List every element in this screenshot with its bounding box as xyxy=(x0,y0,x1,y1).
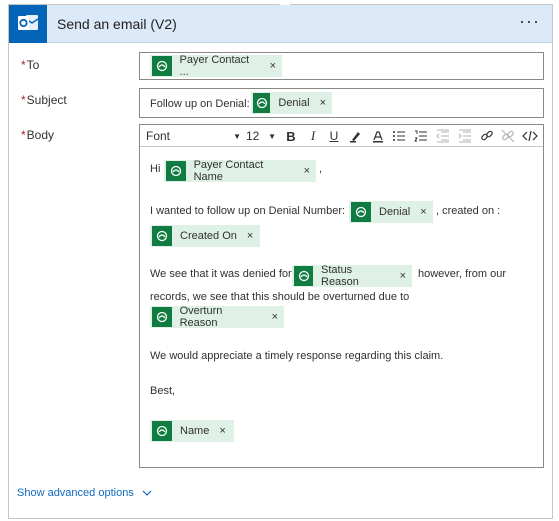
to-label: *To xyxy=(21,58,39,72)
remove-token-icon[interactable]: × xyxy=(320,97,326,109)
dataverse-icon xyxy=(152,56,172,76)
size-value: 12 xyxy=(246,129,260,143)
decrease-indent-icon[interactable] xyxy=(435,128,451,144)
subject-label-text: Subject xyxy=(26,93,67,107)
remove-token-icon[interactable]: × xyxy=(270,60,276,72)
body-line1-end: , created on : xyxy=(436,205,501,217)
token-status-reason[interactable]: Status Reason × xyxy=(292,264,412,288)
chevron-down-icon: ▼ xyxy=(268,131,276,141)
body-line3: records, we see that this should be over… xyxy=(150,291,410,303)
bullet-list-icon[interactable] xyxy=(391,128,407,144)
token-label: Payer Contact Name xyxy=(193,159,264,183)
numbered-list-icon[interactable] xyxy=(413,128,429,144)
token-denial-number[interactable]: Denial × xyxy=(349,201,433,223)
token-payer-contact-name[interactable]: Payer Contact Name × xyxy=(164,159,316,183)
unlink-icon[interactable] xyxy=(500,128,516,144)
remove-token-icon[interactable]: × xyxy=(400,270,406,282)
token-label: Payer Contact ... xyxy=(179,54,250,78)
format-toolbar: Font ▼ 12 ▼ B I U xyxy=(140,125,543,147)
chevron-down-icon: ▼ xyxy=(233,131,241,141)
bold-icon[interactable]: B xyxy=(283,128,299,144)
token-name[interactable]: Name × xyxy=(150,420,234,442)
font-color-icon[interactable] xyxy=(370,128,386,144)
token-created-on[interactable]: Created On × xyxy=(150,225,260,247)
to-label-text: To xyxy=(26,58,40,72)
body-closing: Best, xyxy=(150,385,176,397)
chevron-down-icon xyxy=(142,488,152,499)
dataverse-icon xyxy=(253,93,271,113)
insert-link-icon[interactable] xyxy=(479,128,495,144)
body-label-text: Body xyxy=(26,128,55,142)
body-line2-end: however, from our xyxy=(418,268,507,280)
token-label: Created On xyxy=(180,230,237,242)
outlook-icon xyxy=(9,5,47,43)
body-line4: We would appreciate a timely response re… xyxy=(150,350,444,362)
token-label: Denial xyxy=(379,206,411,218)
body-line1-start: I wanted to follow up on Denial Number: xyxy=(150,205,346,217)
remove-token-icon[interactable]: × xyxy=(304,165,310,177)
underline-icon[interactable]: U xyxy=(326,128,342,144)
token-label: Denial xyxy=(278,97,310,109)
send-email-card: Send an email (V2) ··· *To Payer Contact… xyxy=(8,0,553,519)
action-title: Send an email (V2) xyxy=(57,16,177,32)
remove-token-icon[interactable]: × xyxy=(272,311,278,323)
italic-icon[interactable]: I xyxy=(305,128,321,144)
highlight-icon[interactable] xyxy=(348,128,364,144)
token-denial[interactable]: Denial × xyxy=(251,92,332,114)
required-mark: * xyxy=(21,58,26,72)
token-label: Name xyxy=(180,425,210,437)
dataverse-icon xyxy=(351,202,371,222)
token-label: Overturn Reason xyxy=(179,305,223,329)
body-greeting: Hi xyxy=(150,163,161,175)
dataverse-icon xyxy=(152,307,172,327)
body-editor[interactable]: Font ▼ 12 ▼ B I U Hi Payer Contact Name … xyxy=(139,124,544,468)
action-header[interactable]: Send an email (V2) ··· xyxy=(9,5,552,43)
body-label: *Body xyxy=(21,128,54,142)
token-payer-contact[interactable]: Payer Contact ... × xyxy=(150,54,282,78)
remove-token-icon[interactable]: × xyxy=(219,425,225,437)
required-mark: * xyxy=(21,93,26,107)
more-options-button[interactable]: ··· xyxy=(519,11,540,32)
body-comma: , xyxy=(319,163,323,175)
increase-indent-icon[interactable] xyxy=(457,128,473,144)
subject-label: *Subject xyxy=(21,93,67,107)
subject-field[interactable]: Follow up on Denial: Denial × xyxy=(139,88,544,118)
dataverse-icon xyxy=(166,161,186,181)
remove-token-icon[interactable]: × xyxy=(420,206,426,218)
code-view-icon[interactable] xyxy=(521,128,539,144)
body-line2-start: We see that it was denied for xyxy=(150,268,292,280)
advanced-label: Show advanced options xyxy=(17,487,134,499)
font-family-dropdown[interactable]: Font ▼ xyxy=(146,128,241,144)
font-size-dropdown[interactable]: 12 ▼ xyxy=(246,128,276,144)
required-mark: * xyxy=(21,128,26,142)
dataverse-icon xyxy=(152,226,172,246)
subject-prefix: Follow up on Denial: xyxy=(150,98,250,110)
font-value: Font xyxy=(146,129,171,143)
dataverse-icon xyxy=(152,421,172,441)
dataverse-icon xyxy=(294,266,313,286)
token-label: Status Reason xyxy=(321,264,359,288)
show-advanced-options-link[interactable]: Show advanced options xyxy=(17,487,152,499)
to-field[interactable]: Payer Contact ... × xyxy=(139,52,544,80)
token-overturn-reason[interactable]: Overturn Reason × xyxy=(150,305,284,329)
remove-token-icon[interactable]: × xyxy=(247,230,253,242)
